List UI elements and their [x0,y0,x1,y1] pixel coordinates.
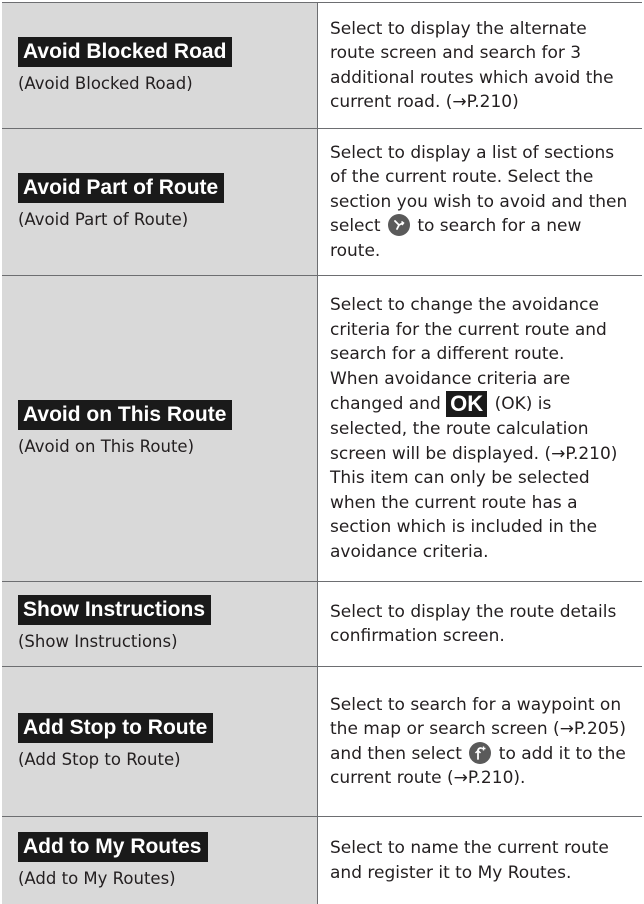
table-row: Avoid Part of Route (Avoid Part of Route… [2,129,642,275]
description-text: When avoidance criteria are changed and … [330,367,632,467]
row-label-cell: Add Stop to Route (Add Stop to Route) [2,667,318,816]
row-description-cell: Select to name the current route and reg… [318,817,642,904]
description-text: Select to display the alternate route sc… [330,18,614,113]
table-row: Avoid on This Route (Avoid on This Route… [2,276,642,581]
description-text: Select to change the avoidance criteria … [330,295,607,364]
table-row: Show Instructions (Show Instructions) Se… [2,582,642,666]
description-text: Select to search for a waypoint on the m… [330,693,632,791]
button-subtitle: (Avoid Part of Route) [18,210,189,229]
row-label-cell: Avoid Part of Route (Avoid Part of Route… [2,129,318,275]
button-subtitle: (Add to My Routes) [18,868,176,888]
row-label-cell: Avoid Blocked Road (Avoid Blocked Road) [2,3,318,128]
description-text: Select to display the route details conf… [330,601,617,647]
table-row: Add Stop to Route (Add Stop to Route) Se… [2,667,642,816]
avoid-on-this-route-button[interactable]: Avoid on This Route [18,399,233,430]
description-text: This item can only be selected when the … [330,468,598,562]
row-description-cell: Select to display the alternate route sc… [318,3,642,128]
row-description-cell: Select to search for a waypoint on the m… [318,667,642,816]
row-description-cell: Select to display a list of sections of … [318,129,642,275]
avoid-blocked-road-button[interactable]: Avoid Blocked Road [18,36,233,67]
row-label-cell: Avoid on This Route (Avoid on This Route… [2,276,318,581]
table-row: Avoid Blocked Road (Avoid Blocked Road) … [2,3,642,128]
ok-button: OK [446,391,488,417]
avoid-part-of-route-button[interactable]: Avoid Part of Route [18,173,225,203]
button-subtitle: (Show Instructions) [18,632,178,651]
add-stop-to-route-button[interactable]: Add Stop to Route [18,712,214,743]
add-waypoint-icon [469,741,492,764]
add-to-my-routes-button[interactable]: Add to My Routes [18,831,208,862]
description-text: Select to name the current route and reg… [330,838,609,883]
row-label-cell: Show Instructions (Show Instructions) [2,582,318,666]
table-row: Add to My Routes (Add to My Routes) Sele… [2,817,642,904]
row-description-cell: Select to display the route details conf… [318,582,642,666]
button-subtitle: (Avoid on This Route) [18,436,195,456]
button-subtitle: (Avoid Blocked Road) [18,73,193,93]
button-subtitle: (Add Stop to Route) [18,749,181,769]
show-instructions-button[interactable]: Show Instructions [18,595,212,625]
row-description-cell: Select to change the avoidance criteria … [318,276,642,581]
detour-search-icon [387,214,410,237]
description-text: Select to display a list of sections of … [330,141,632,264]
row-label-cell: Add to My Routes (Add to My Routes) [2,817,318,904]
